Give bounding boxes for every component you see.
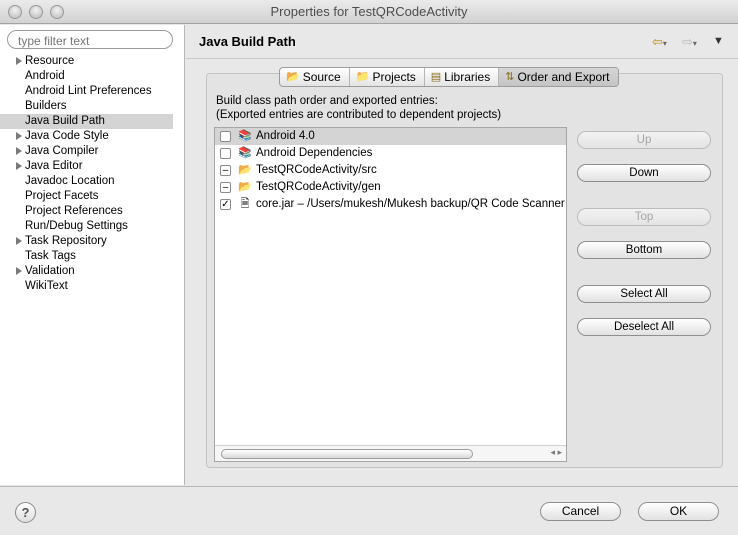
up-button[interactable]: Up: [577, 131, 711, 149]
list-item[interactable]: – 📂 TestQRCodeActivity/gen: [215, 179, 566, 196]
tree-item-label: Android: [25, 70, 65, 82]
tree-item[interactable]: Java Build Path: [0, 114, 173, 129]
page-title: Java Build Path: [199, 34, 296, 49]
expand-arrow-icon[interactable]: [16, 147, 22, 155]
tree-item-label: Builders: [25, 100, 67, 112]
folder-icon: 📂: [238, 164, 252, 176]
list-item[interactable]: – 📂 TestQRCodeActivity/src: [215, 162, 566, 179]
properties-page: Java Build Path ⇦▾ ⇨▾ ▼ 📂 Source 📁 Projects…: [186, 25, 738, 485]
list-item[interactable]: ✓ 🗎 core.jar – /Users/mukesh/Mukesh backup…: [215, 196, 566, 213]
tab-libraries[interactable]: ▤ Libraries: [425, 68, 500, 86]
tab-projects[interactable]: 📁 Projects: [350, 68, 425, 86]
bottom-button[interactable]: Bottom: [577, 241, 711, 259]
help-icon[interactable]: ?: [15, 502, 36, 523]
tree-item[interactable]: Javadoc Location: [0, 174, 185, 189]
list-item[interactable]: 📚 Android Dependencies: [215, 145, 566, 162]
horizontal-scrollbar[interactable]: ◂ ▸: [215, 445, 566, 461]
select-all-button[interactable]: Select All: [577, 285, 711, 303]
tree-item-label: Java Code Style: [25, 130, 109, 142]
tree-item[interactable]: Task Tags: [0, 249, 185, 264]
tree-item-label: Project References: [25, 205, 123, 217]
scrollbar-thumb[interactable]: [221, 449, 473, 459]
tree-item-label: WikiText: [25, 280, 68, 292]
tree-item-label: Android Lint Preferences: [25, 85, 152, 97]
expand-arrow-icon[interactable]: [16, 237, 22, 245]
description-line-2: (Exported entries are contributed to dep…: [216, 109, 502, 121]
tree-item-label: Task Tags: [25, 250, 76, 262]
top-button[interactable]: Top: [577, 208, 711, 226]
entry-label: Android 4.0: [256, 130, 315, 142]
expand-arrow-icon[interactable]: [16, 57, 22, 65]
window-title: Properties for TestQRCodeActivity: [270, 4, 468, 19]
tree-item[interactable]: Run/Debug Settings: [0, 219, 185, 234]
tree-item[interactable]: Java Compiler: [0, 144, 185, 159]
tab-source[interactable]: 📂 Source: [280, 68, 350, 86]
filter-input[interactable]: [7, 30, 173, 49]
description-line-1: Build class path order and exported entr…: [216, 95, 438, 107]
forward-arrow-icon[interactable]: ⇨▾: [682, 34, 697, 50]
entry-label: core.jar – /Users/mukesh/Mukesh backup/Q…: [256, 198, 565, 210]
dialog-button-bar: ? Cancel OK: [0, 486, 738, 535]
category-tree: Resource Android Android Lint Preferences B…: [0, 54, 185, 294]
tree-item[interactable]: Project Facets: [0, 189, 185, 204]
export-checkbox[interactable]: –: [220, 165, 231, 176]
deselect-all-button[interactable]: Deselect All: [577, 318, 711, 336]
back-arrow-icon[interactable]: ⇦▾: [652, 34, 667, 50]
tree-item-label: Validation: [25, 265, 75, 277]
scroll-arrows-icon[interactable]: ◂ ▸: [550, 447, 562, 458]
library-icon: 📚: [238, 147, 252, 159]
tree-item[interactable]: Android: [0, 69, 185, 84]
source-folder-icon: 📂: [286, 71, 300, 83]
export-checkbox[interactable]: [220, 131, 231, 142]
expand-arrow-icon[interactable]: [16, 162, 22, 170]
order-export-icon: ⇅: [505, 71, 515, 83]
tree-item-label: Java Editor: [25, 160, 83, 172]
tab-label: Libraries: [444, 70, 491, 84]
expand-arrow-icon[interactable]: [16, 132, 22, 140]
tree-item-label: Task Repository: [25, 235, 107, 247]
tab-label: Order and Export: [517, 70, 610, 84]
export-checkbox[interactable]: –: [220, 182, 231, 193]
tree-item[interactable]: Resource: [0, 54, 185, 69]
down-button[interactable]: Down: [577, 164, 711, 182]
tree-item-label: Javadoc Location: [25, 175, 115, 187]
export-checkbox[interactable]: ✓: [220, 199, 231, 210]
tree-item[interactable]: Android Lint Preferences: [0, 84, 185, 99]
tree-item-label: Run/Debug Settings: [25, 220, 128, 232]
jar-icon: 🗎: [240, 198, 250, 210]
export-checkbox[interactable]: [220, 148, 231, 159]
header-divider: [186, 58, 738, 59]
list-item[interactable]: 📚 Android 4.0: [215, 128, 566, 145]
projects-icon: 📁: [355, 71, 370, 83]
tree-item[interactable]: Project References: [0, 204, 185, 219]
tab-order-and-export[interactable]: ⇅ Order and Export: [499, 68, 618, 86]
category-panel: Resource Android Android Lint Preferences B…: [0, 25, 185, 485]
classpath-entries-list[interactable]: 📚 Android 4.0 📚 Android Dependencies – 📂 TestQ…: [214, 127, 567, 462]
tree-item-label: Java Compiler: [25, 145, 99, 157]
tree-item-label: Project Facets: [25, 190, 99, 202]
libraries-icon: ▤: [430, 71, 442, 83]
entry-label: TestQRCodeActivity/gen: [256, 181, 381, 193]
tree-item[interactable]: Validation: [0, 264, 185, 279]
tree-item[interactable]: Java Code Style: [0, 129, 185, 144]
cancel-button[interactable]: Cancel: [540, 502, 621, 521]
tree-item[interactable]: Java Editor: [0, 159, 185, 174]
tab-label: Source: [302, 70, 341, 84]
entry-label: Android Dependencies: [256, 147, 373, 159]
library-icon: 📚: [238, 130, 252, 142]
title-bar: Properties for TestQRCodeActivity: [0, 0, 738, 24]
expand-arrow-icon[interactable]: [16, 267, 22, 275]
entry-label: TestQRCodeActivity/src: [256, 164, 377, 176]
folder-icon: 📂: [238, 181, 252, 193]
tree-item-label: Java Build Path: [25, 115, 105, 127]
tree-item[interactable]: Builders: [0, 99, 185, 114]
tree-item[interactable]: Task Repository: [0, 234, 185, 249]
tab-bar: 📂 Source 📁 Projects ▤ Libraries ⇅ Order and Exp…: [279, 67, 619, 87]
view-menu-icon[interactable]: ▼: [713, 35, 724, 47]
tree-item-label: Resource: [25, 55, 75, 67]
ok-button[interactable]: OK: [638, 502, 719, 521]
tree-item[interactable]: WikiText: [0, 279, 185, 294]
tab-label: Projects: [372, 70, 416, 84]
